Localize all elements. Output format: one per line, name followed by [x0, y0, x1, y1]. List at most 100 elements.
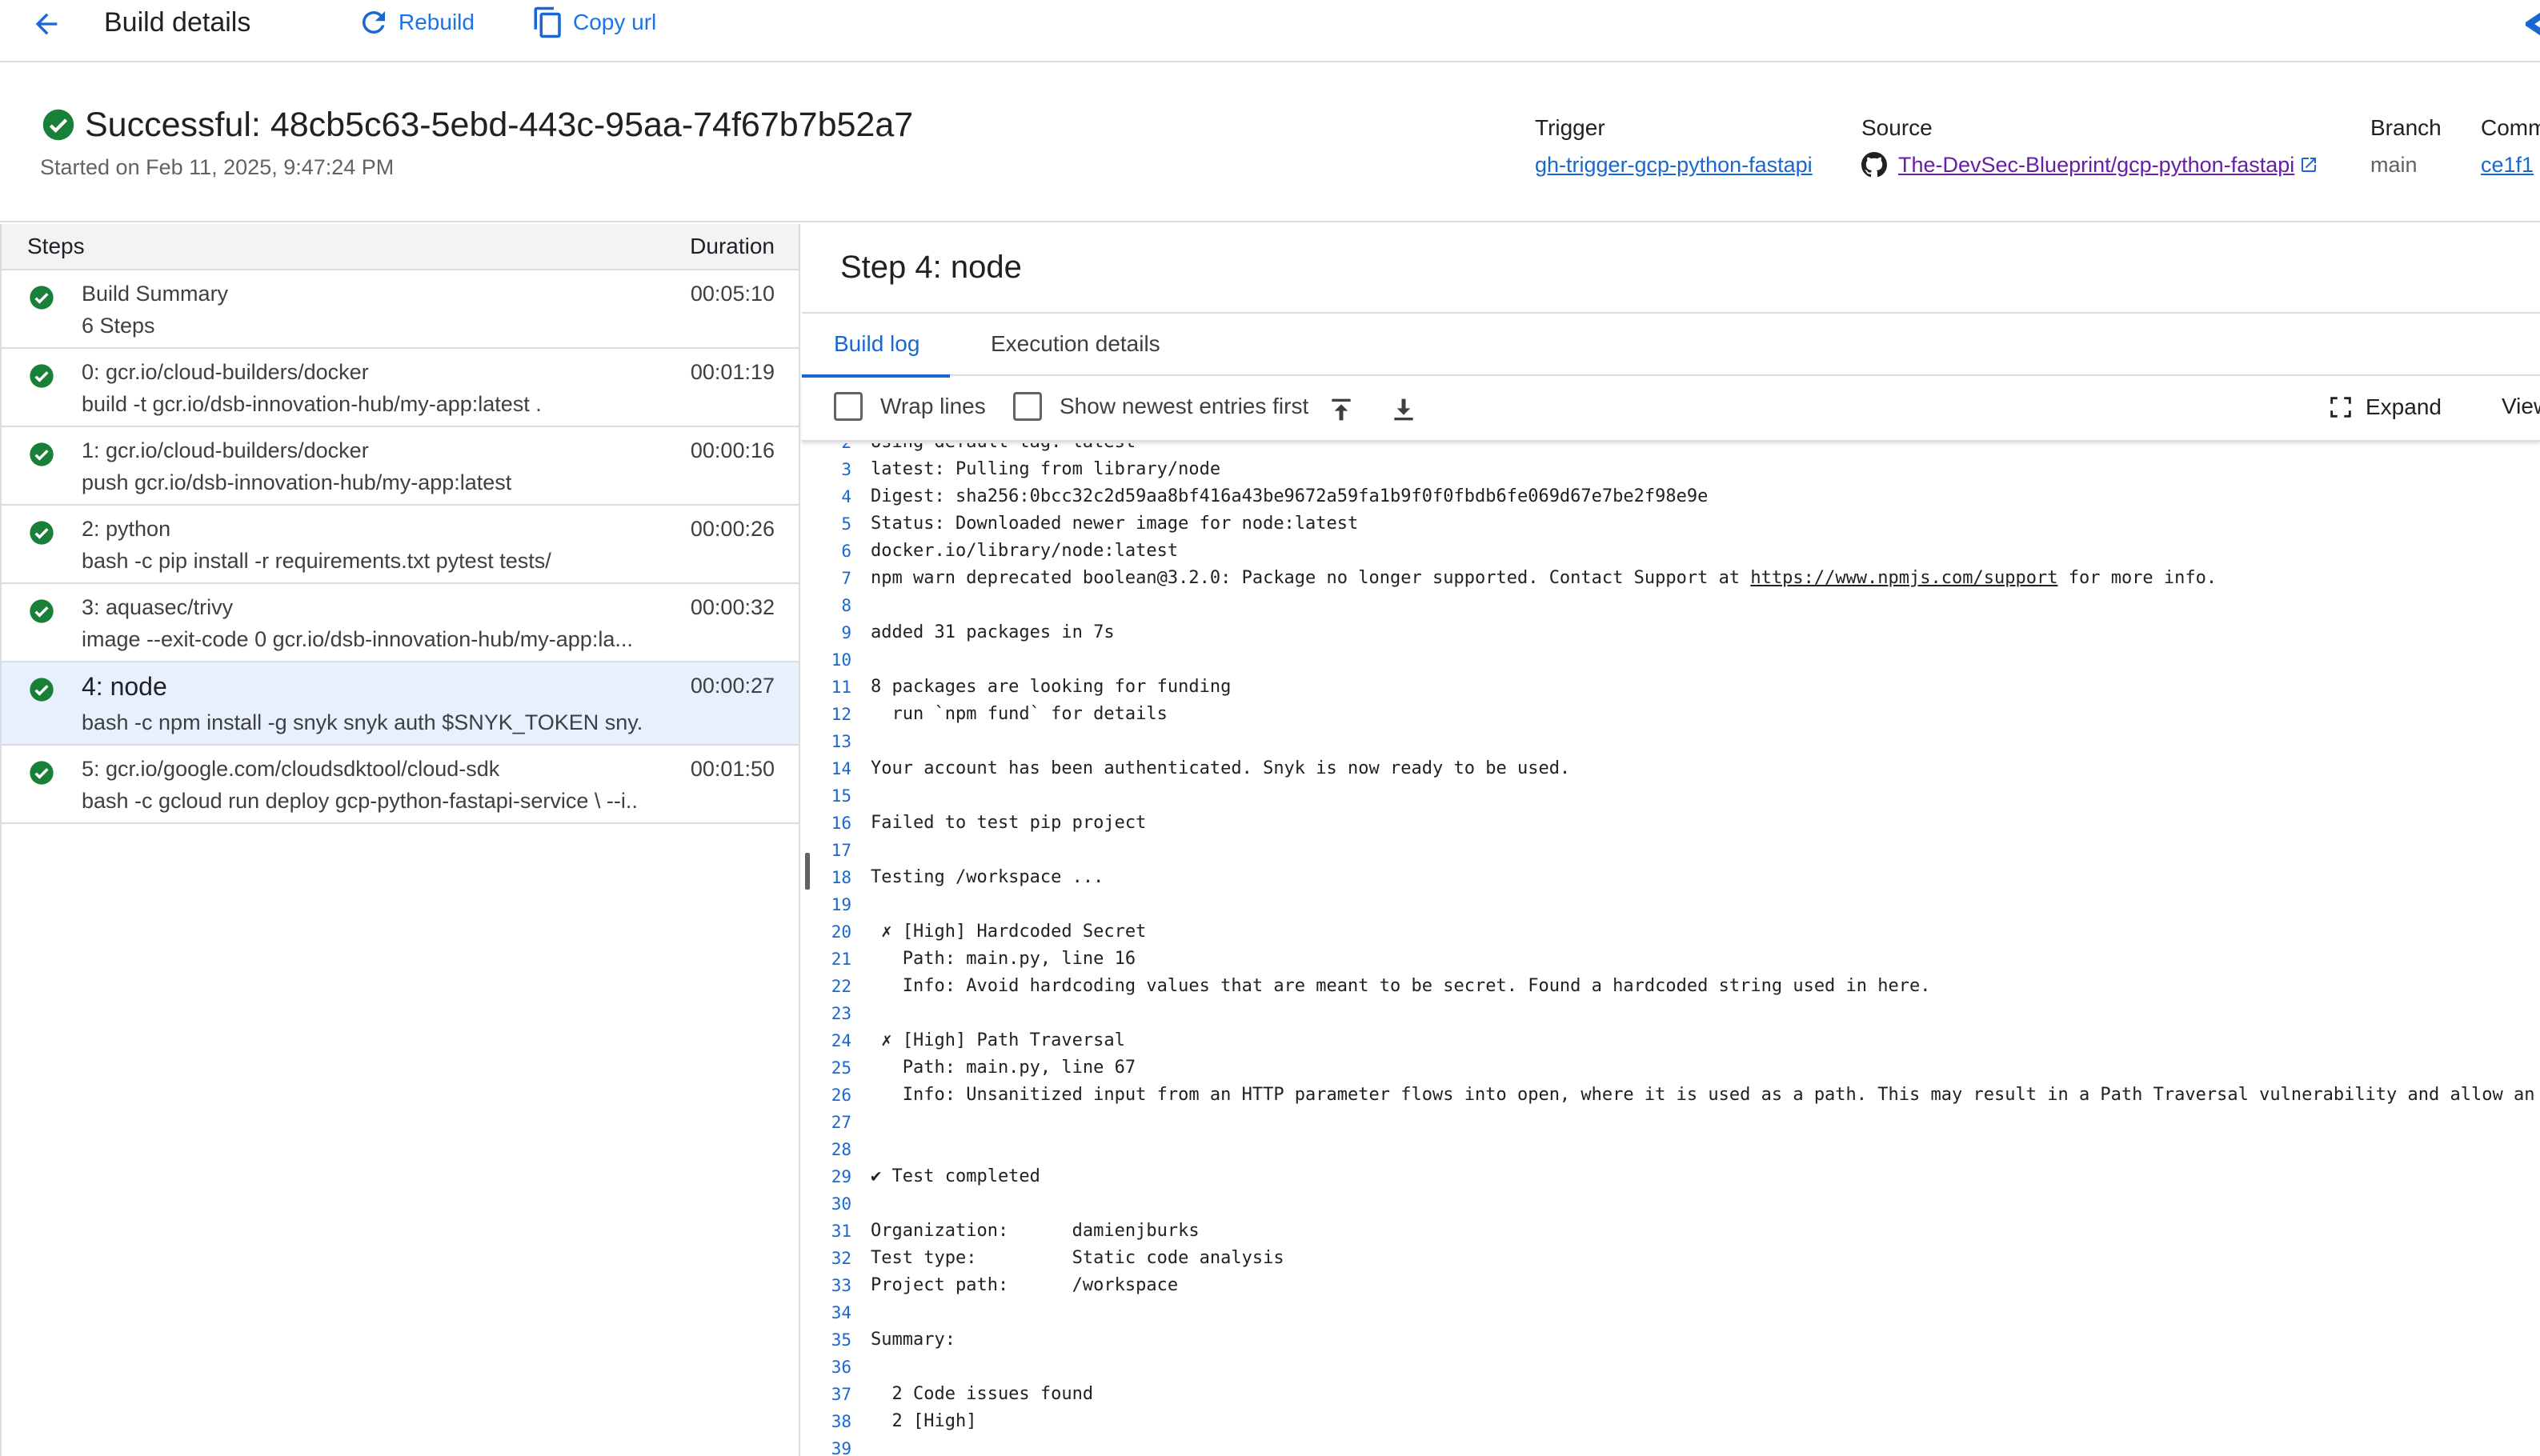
log-line-text: docker.io/library/node:latest [871, 538, 1178, 565]
log-line-text: Your account has been authenticated. Sny… [871, 755, 1570, 782]
step-duration: 00:00:27 [690, 674, 775, 698]
step-success-icon [30, 599, 54, 623]
log-line: 22 Info: Avoid hardcoding values that ar… [802, 973, 2540, 1000]
step-command: bash -c gcloud run deploy gcp-python-fas… [82, 789, 638, 813]
log-line-text: Status: Downloaded newer image for node:… [871, 510, 1358, 538]
step-title: 1: gcr.io/cloud-builders/docker [82, 438, 369, 462]
log-line: 11 8 packages are looking for funding [802, 674, 2540, 701]
log-line-number: 14 [831, 759, 851, 778]
log-line-number: 9 [841, 623, 851, 642]
log-line-number: 25 [831, 1058, 851, 1078]
log-text: Test type: Static code analysis [871, 1248, 1284, 1268]
build-title: Successful: 48cb5c63-5ebd-443c-95aa-74f6… [85, 106, 914, 144]
log-line-number: 2 [802, 443, 851, 456]
chevron-icon[interactable] [2526, 8, 2540, 40]
log-line-number: 36 [831, 1358, 851, 1377]
view-button[interactable]: View [2502, 394, 2540, 419]
tab-build-log[interactable]: Build log [801, 314, 951, 378]
external-link-icon[interactable] [2299, 155, 2318, 174]
log-text: Info: Avoid hardcoding values that are m… [871, 976, 1931, 996]
scroll-to-bottom-icon[interactable] [1388, 394, 1420, 426]
log-line: 6 docker.io/library/node:latest [802, 538, 2540, 565]
page-title: Build details [104, 7, 251, 38]
trigger-link[interactable]: gh-trigger-gcp-python-fastapi [1535, 150, 1813, 179]
copy-url-button[interactable]: Copy url [531, 3, 656, 42]
wrap-lines-checkbox[interactable] [834, 392, 863, 421]
log-line: 24 ✗ [High] Path Traversal [802, 1027, 2540, 1054]
log-line-text: Summary: [871, 1326, 956, 1354]
branch-value: main [2370, 153, 2418, 177]
log-text: Failed to test pip project [871, 813, 1147, 833]
commit-link[interactable]: ce1f1 [2481, 150, 2534, 179]
log-line: 5 Status: Downloaded newer image for node… [802, 510, 2540, 538]
log-line: 19 [802, 891, 2540, 918]
expand-button[interactable]: Expand [2327, 394, 2442, 421]
step-command: build -t gcr.io/dsb-innovation-hub/my-ap… [82, 392, 542, 416]
log-text: Status: Downloaded newer image for node:… [871, 514, 1359, 534]
log-line-text: Test type: Static code analysis [871, 1245, 1284, 1272]
log-line: 9 added 31 packages in 7s [802, 619, 2540, 646]
log-line-number: 8 [841, 596, 851, 615]
log-line-number: 33 [831, 1276, 851, 1295]
newest-first-toggle[interactable]: Show newest entries first [1013, 392, 1308, 421]
log-text: 2 Code issues found [871, 1384, 1094, 1404]
scroll-to-top-icon[interactable] [1325, 394, 1357, 426]
step-duration: 00:00:26 [690, 517, 775, 541]
step-row[interactable]: 4: node bash -c npm install -g snyk snyk … [2, 662, 799, 746]
step-row[interactable]: 5: gcr.io/google.com/cloudsdktool/cloud-… [2, 746, 799, 824]
log-line-number: 6 [841, 542, 851, 561]
branch-meta: Branch main [2370, 114, 2442, 179]
log-line: 26 Info: Unsanitized input from an HTTP … [802, 1082, 2540, 1109]
log-line: 16 Failed to test pip project [802, 810, 2540, 837]
step-row[interactable]: 1: gcr.io/cloud-builders/docker push gcr.… [2, 427, 799, 506]
steps-list: Build Summary 6 Steps 00:05:10 0: gcr.io/cl… [2, 270, 799, 824]
tab-execution-details[interactable]: Execution details [991, 314, 1160, 376]
log-line: 31 Organization: damienjburks [802, 1218, 2540, 1245]
log-line-number: 35 [831, 1330, 851, 1350]
log-line-number: 5 [841, 514, 851, 534]
back-button[interactable] [27, 5, 66, 43]
log-line-text: 2 [High] [871, 1408, 976, 1435]
trigger-label: Trigger [1535, 115, 1605, 140]
log-line-text: latest: Pulling from library/node [871, 456, 1220, 483]
log-text: docker.io/library/node:latest [871, 541, 1179, 561]
duration-column-header: Duration [690, 234, 775, 258]
arrow-back-icon [35, 13, 58, 35]
log-line-number: 15 [831, 786, 851, 806]
trigger-meta: Trigger gh-trigger-gcp-python-fastapi [1535, 114, 1813, 179]
log-line: 10 [802, 646, 2540, 674]
github-icon [1861, 152, 1887, 178]
log-line-text: Digest: sha256:0bcc32c2d59aa8bf416a43be9… [871, 483, 1708, 510]
log-line-text: npm warn deprecated boolean@3.2.0: Packa… [871, 565, 2217, 592]
success-check-icon [42, 109, 74, 141]
log-line-text: ✗ [High] Hardcoded Secret [871, 918, 1146, 946]
step-row[interactable]: 2: python bash -c pip install -r requirem… [2, 506, 799, 584]
step-command: bash -c npm install -g snyk snyk auth $S… [82, 710, 643, 734]
log-line-text: Path: main.py, line 67 [871, 1054, 1136, 1082]
step-heading: Step 4: node [840, 250, 1022, 285]
log-text: Digest: sha256:0bcc32c2d59aa8bf416a43be9… [871, 486, 1709, 506]
source-repo-link[interactable]: The-DevSec-Blueprint/gcp-python-fastapi [1898, 150, 2294, 179]
newest-first-checkbox[interactable] [1013, 392, 1042, 421]
wrap-lines-toggle[interactable]: Wrap lines [834, 392, 986, 421]
step-success-icon [30, 442, 54, 466]
log-text: Testing /workspace ... [871, 867, 1104, 887]
log-line-text: run `npm fund` for details [871, 701, 1167, 728]
step-success-icon [30, 521, 54, 545]
log-line-number: 39 [831, 1439, 851, 1456]
rebuild-button[interactable]: Rebuild [357, 3, 475, 42]
log-link[interactable]: https://www.npmjs.com/support [1750, 568, 2057, 588]
log-line: 14 Your account has been authenticated. S… [802, 755, 2540, 782]
step-row[interactable]: Build Summary 6 Steps 00:05:10 [2, 270, 799, 349]
log-line-number: 21 [831, 950, 851, 969]
log-line: 32 Test type: Static code analysis [802, 1245, 2540, 1272]
log-line-text: added 31 packages in 7s [871, 619, 1115, 646]
step-command: bash -c pip install -r requirements.txt … [82, 549, 551, 573]
log-line-text: Path: main.py, line 16 [871, 946, 1136, 973]
step-row[interactable]: 3: aquasec/trivy image --exit-code 0 gcr.… [2, 584, 799, 662]
log-line: 30 [802, 1190, 2540, 1218]
build-started-time: Started on Feb 11, 2025, 9:47:24 PM [40, 155, 395, 179]
log-line: 28 [802, 1136, 2540, 1163]
step-row[interactable]: 0: gcr.io/cloud-builders/docker build -t … [2, 349, 799, 427]
copy-url-label: Copy url [573, 10, 657, 34]
